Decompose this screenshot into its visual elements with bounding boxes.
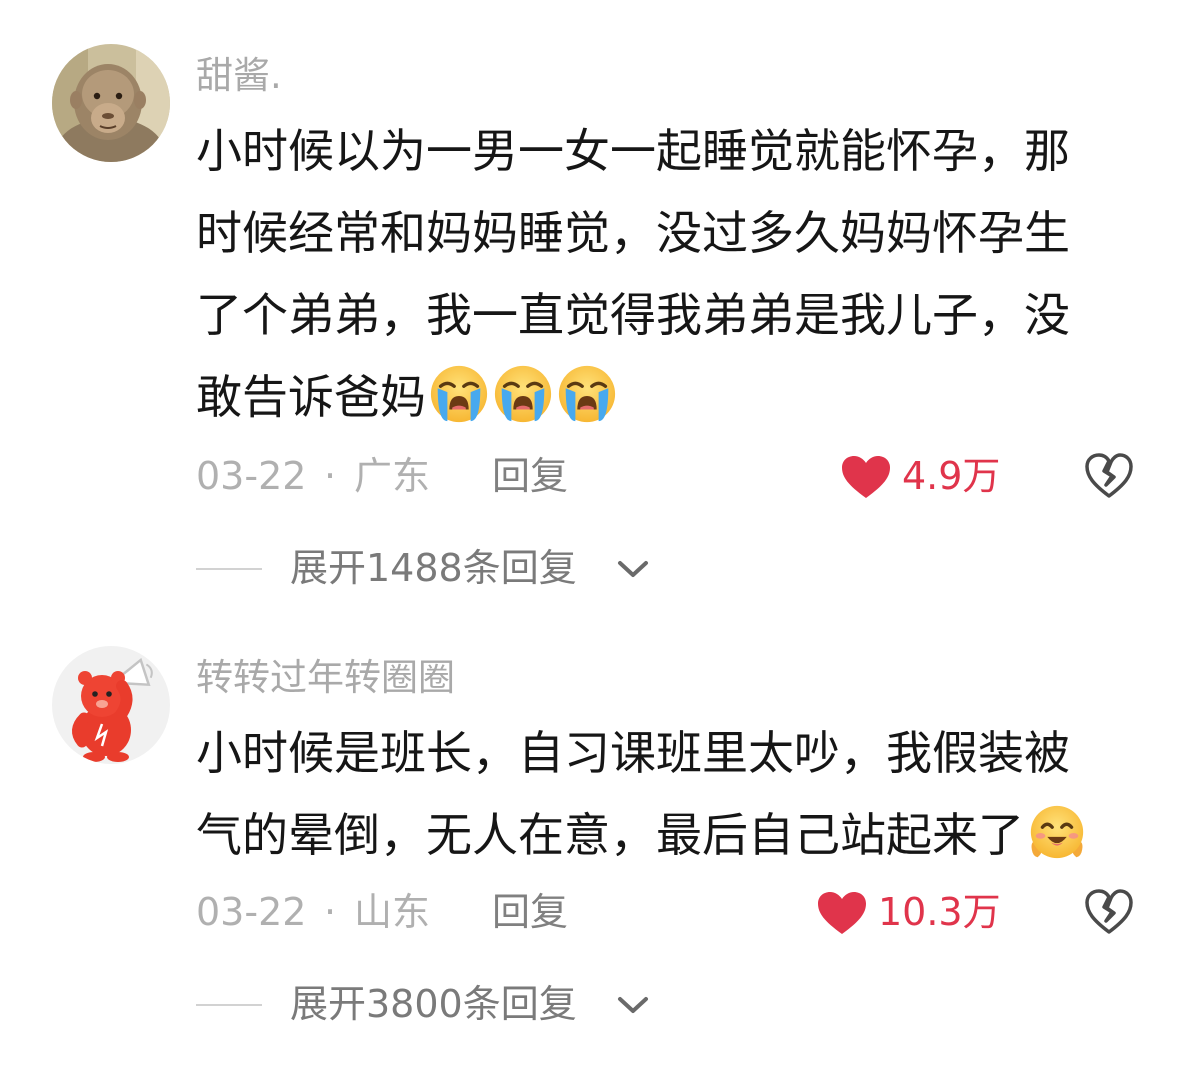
- chevron-down-icon: [616, 558, 650, 580]
- comment-meta: 03-22 · 广东 回复 4.9万: [196, 446, 1146, 506]
- comment-text-line: 时候经常和妈妈睡觉，没过多久妈妈怀孕生: [196, 206, 1070, 260]
- comment-location: 广东: [354, 454, 431, 498]
- broken-heart-icon[interactable]: [1084, 888, 1134, 936]
- red-bear-megaphone-avatar[interactable]: [52, 646, 170, 764]
- monkey-avatar[interactable]: [52, 44, 170, 162]
- comment-date: 03-22: [196, 454, 307, 498]
- comment-text: 小时候以为一男一女一起睡觉就能怀孕，那 时候经常和妈妈睡觉，没过多久妈妈怀孕生 …: [196, 110, 1156, 438]
- comment-text-line: 小时候以为一男一女一起睡觉就能怀孕，那: [196, 124, 1070, 178]
- comment-item: 转转过年转圈圈 小时候是班长，自习课班里太吵，我假装被 气的晕倒，无人在意，最后…: [0, 620, 1200, 1084]
- comment-text-fragment: 气的晕倒，无人在意，最后自己站起来了: [196, 808, 1024, 862]
- username[interactable]: 甜酱.: [196, 54, 282, 98]
- meta-separator: ·: [324, 890, 337, 934]
- like-count: 10.3万: [878, 890, 1001, 934]
- expand-replies-button[interactable]: 展开3800条回复: [196, 976, 666, 1032]
- like-count: 4.9万: [902, 454, 1001, 498]
- comment-text-line: 了个弟弟，我一直觉得我弟弟是我儿子，没: [196, 288, 1070, 342]
- loudly-crying-face-icon: [556, 363, 618, 425]
- heart-icon: [816, 890, 868, 936]
- loudly-crying-face-icon: [428, 363, 490, 425]
- comment-text-fragment: 敢告诉爸妈: [196, 370, 426, 424]
- expand-replies-label: 展开3800条回复: [290, 982, 577, 1026]
- smiling-face-with-smiling-eyes-icon: [1026, 801, 1088, 863]
- broken-heart-icon[interactable]: [1084, 452, 1134, 500]
- comment-text: 小时候是班长，自习课班里太吵，我假装被 气的晕倒，无人在意，最后自己站起来了: [196, 712, 1156, 876]
- divider-line: [196, 1004, 262, 1006]
- heart-icon: [840, 454, 892, 500]
- meta-separator: ·: [324, 454, 337, 498]
- loudly-crying-face-icon: [492, 363, 554, 425]
- comment-text-line-last: 敢告诉爸妈: [196, 356, 1156, 438]
- comment-item: 甜酱. 小时候以为一男一女一起睡觉就能怀孕，那 时候经常和妈妈睡觉，没过多久妈妈…: [0, 0, 1200, 620]
- comment-meta: 03-22 · 山东 回复 10.3万: [196, 882, 1146, 942]
- expand-replies-label: 展开1488条回复: [290, 546, 577, 590]
- comment-text-line: 小时候是班长，自习课班里太吵，我假装被: [196, 726, 1070, 780]
- reply-button[interactable]: 回复: [492, 446, 568, 506]
- chevron-down-icon: [616, 994, 650, 1016]
- comment-location: 山东: [354, 890, 431, 934]
- reply-button[interactable]: 回复: [492, 882, 568, 942]
- comment-date: 03-22: [196, 890, 307, 934]
- username[interactable]: 转转过年转圈圈: [196, 656, 455, 700]
- divider-line: [196, 568, 262, 570]
- comment-text-line-last: 气的晕倒，无人在意，最后自己站起来了: [196, 794, 1156, 876]
- expand-replies-button[interactable]: 展开1488条回复: [196, 540, 666, 596]
